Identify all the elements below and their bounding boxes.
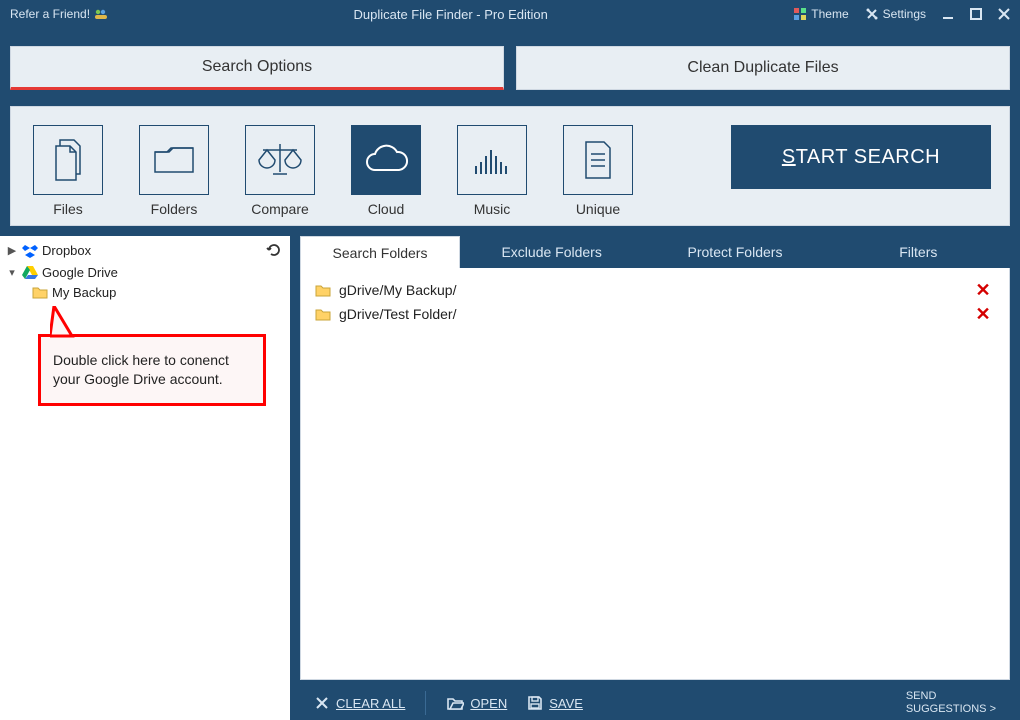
folder-icon xyxy=(315,283,331,297)
tree-item-dropbox[interactable]: ▶ Dropbox xyxy=(4,240,264,260)
settings-icon xyxy=(865,7,879,21)
maximize-icon xyxy=(969,7,983,21)
right-panel: Search Folders Exclude Folders Protect F… xyxy=(300,236,1010,720)
tree-item-label: Google Drive xyxy=(42,265,118,280)
chevron-right-icon[interactable]: ▶ xyxy=(6,244,18,257)
open-icon xyxy=(446,695,464,711)
compare-icon xyxy=(255,140,305,180)
folder-path: gDrive/My Backup/ xyxy=(339,282,963,298)
window-title: Duplicate File Finder - Pro Edition xyxy=(114,7,787,22)
start-search-button[interactable]: START SEARCH xyxy=(731,125,991,189)
save-button[interactable]: SAVE xyxy=(527,695,583,711)
tool-music[interactable]: Music xyxy=(453,125,531,217)
tool-music-label: Music xyxy=(474,201,511,217)
tab-clean-duplicates[interactable]: Clean Duplicate Files xyxy=(516,46,1010,90)
folders-icon xyxy=(152,142,196,178)
tool-folders[interactable]: Folders xyxy=(135,125,213,217)
settings-button[interactable]: Settings xyxy=(859,5,932,23)
tool-cloud[interactable]: Cloud xyxy=(347,125,425,217)
folder-row[interactable]: gDrive/My Backup/ ✕ xyxy=(315,278,995,302)
toolbar: Files Folders Compare xyxy=(10,106,1010,226)
separator xyxy=(425,691,426,715)
remove-folder-button[interactable]: ✕ xyxy=(971,304,995,325)
close-button[interactable] xyxy=(992,4,1016,24)
clear-icon xyxy=(314,695,330,711)
tool-compare-label: Compare xyxy=(251,201,309,217)
tree-item-google-drive[interactable]: ▾ Google Drive xyxy=(4,262,286,282)
cloud-tree-panel: ▶ Dropbox ▾ Google Drive xyxy=(0,236,290,720)
folder-path: gDrive/Test Folder/ xyxy=(339,306,963,322)
tool-unique[interactable]: Unique xyxy=(559,125,637,217)
minimize-icon xyxy=(941,7,955,21)
subtab-filters[interactable]: Filters xyxy=(827,236,1010,268)
tool-files-label: Files xyxy=(53,201,83,217)
theme-icon xyxy=(793,7,807,21)
subtab-search-folders[interactable]: Search Folders xyxy=(300,236,460,268)
tool-compare[interactable]: Compare xyxy=(241,125,319,217)
tool-unique-label: Unique xyxy=(576,201,620,217)
tool-cloud-label: Cloud xyxy=(368,201,405,217)
send-suggestions-link[interactable]: SEND SUGGESTIONS > xyxy=(906,690,996,716)
refresh-button[interactable] xyxy=(264,240,284,260)
titlebar: Refer a Friend! Duplicate File Finder - … xyxy=(0,0,1020,28)
main-tabs: Search Options Clean Duplicate Files xyxy=(0,28,1020,90)
remove-folder-button[interactable]: ✕ xyxy=(971,280,995,301)
folder-row[interactable]: gDrive/Test Folder/ ✕ xyxy=(315,302,995,326)
cloud-icon xyxy=(361,142,411,178)
save-icon xyxy=(527,695,543,711)
unique-icon xyxy=(580,138,616,182)
music-icon xyxy=(472,142,512,178)
tree-item-label: My Backup xyxy=(52,285,116,300)
tree-item-my-backup[interactable]: My Backup xyxy=(4,282,286,302)
dropbox-icon xyxy=(22,242,38,258)
people-icon xyxy=(94,7,108,21)
maximize-button[interactable] xyxy=(964,4,988,24)
chevron-down-icon[interactable]: ▾ xyxy=(6,266,18,279)
folder-icon xyxy=(315,307,331,321)
close-icon xyxy=(997,7,1011,21)
search-folders-list: gDrive/My Backup/ ✕ gDrive/Test Folder/ … xyxy=(300,268,1010,680)
tab-search-options[interactable]: Search Options xyxy=(10,46,504,90)
callout-tooltip: Double click here to conenct your Google… xyxy=(38,334,266,406)
folder-icon xyxy=(32,285,48,299)
bottom-bar: CLEAR ALL OPEN SAVE SEND SUGGESTIONS > xyxy=(300,680,1010,720)
subtab-protect-folders[interactable]: Protect Folders xyxy=(643,236,826,268)
refer-friend-link[interactable]: Refer a Friend! xyxy=(4,5,114,23)
subtab-exclude-folders[interactable]: Exclude Folders xyxy=(460,236,643,268)
clear-all-button[interactable]: CLEAR ALL xyxy=(314,695,405,711)
refresh-icon xyxy=(266,242,282,258)
tool-files[interactable]: Files xyxy=(29,125,107,217)
google-drive-icon xyxy=(22,264,38,280)
tree-item-label: Dropbox xyxy=(42,243,91,258)
main-content: ▶ Dropbox ▾ Google Drive xyxy=(0,236,1020,720)
folder-subtabs: Search Folders Exclude Folders Protect F… xyxy=(300,236,1010,268)
theme-button[interactable]: Theme xyxy=(787,5,854,23)
minimize-button[interactable] xyxy=(936,4,960,24)
tool-folders-label: Folders xyxy=(151,201,198,217)
open-button[interactable]: OPEN xyxy=(446,695,507,711)
files-icon xyxy=(48,138,88,182)
